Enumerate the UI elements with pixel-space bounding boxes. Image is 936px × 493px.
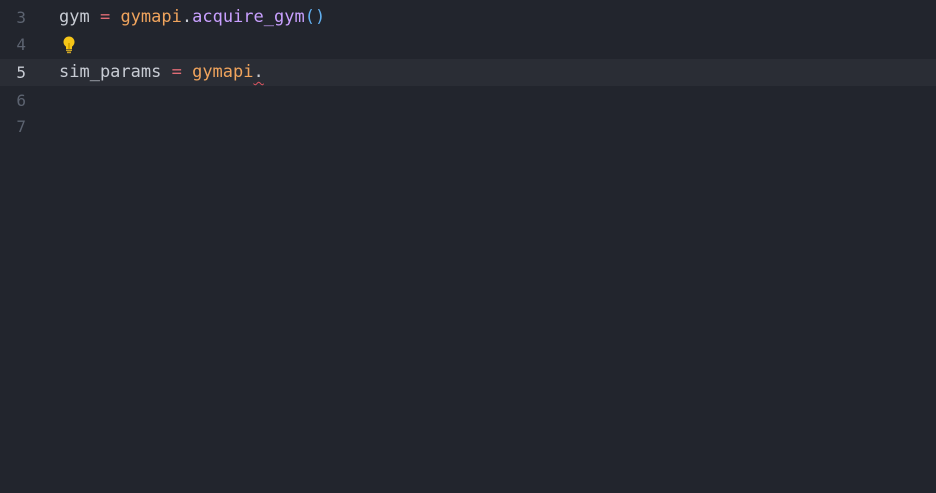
code-line[interactable]: 3 gym = gymapi.acquire_gym()	[0, 4, 936, 31]
operator-token: =	[161, 62, 193, 82]
code-line[interactable]: 7	[0, 113, 936, 140]
code-line[interactable]: 4	[0, 31, 936, 58]
code-line[interactable]: 6	[0, 87, 936, 114]
line-number: 5	[16, 63, 26, 82]
operator-token: =	[89, 7, 121, 27]
code-text[interactable]: sim_params = gymapi.	[59, 59, 264, 86]
function-token: acquire_gym	[192, 7, 305, 27]
line-number: 3	[16, 8, 26, 27]
code-line-active[interactable]: 5 sim_params = gymapi.	[0, 59, 936, 86]
line-number: 4	[16, 35, 26, 54]
code-text[interactable]: gym = gymapi.acquire_gym()	[59, 4, 325, 31]
error-squiggle-dot[interactable]: .	[254, 62, 264, 82]
lightbulb-icon[interactable]	[62, 35, 76, 55]
module-token: gymapi	[120, 7, 182, 27]
module-token: gymapi	[192, 62, 254, 82]
variable-token: sim_params	[59, 62, 162, 82]
variable-token: gym	[59, 7, 90, 27]
line-number: 6	[16, 91, 26, 110]
line-number: 7	[16, 117, 26, 136]
dot-token: .	[181, 7, 193, 27]
paren-token: ()	[304, 7, 326, 27]
code-editor[interactable]: 3 gym = gymapi.acquire_gym() 4 5 sim_par…	[0, 0, 936, 493]
